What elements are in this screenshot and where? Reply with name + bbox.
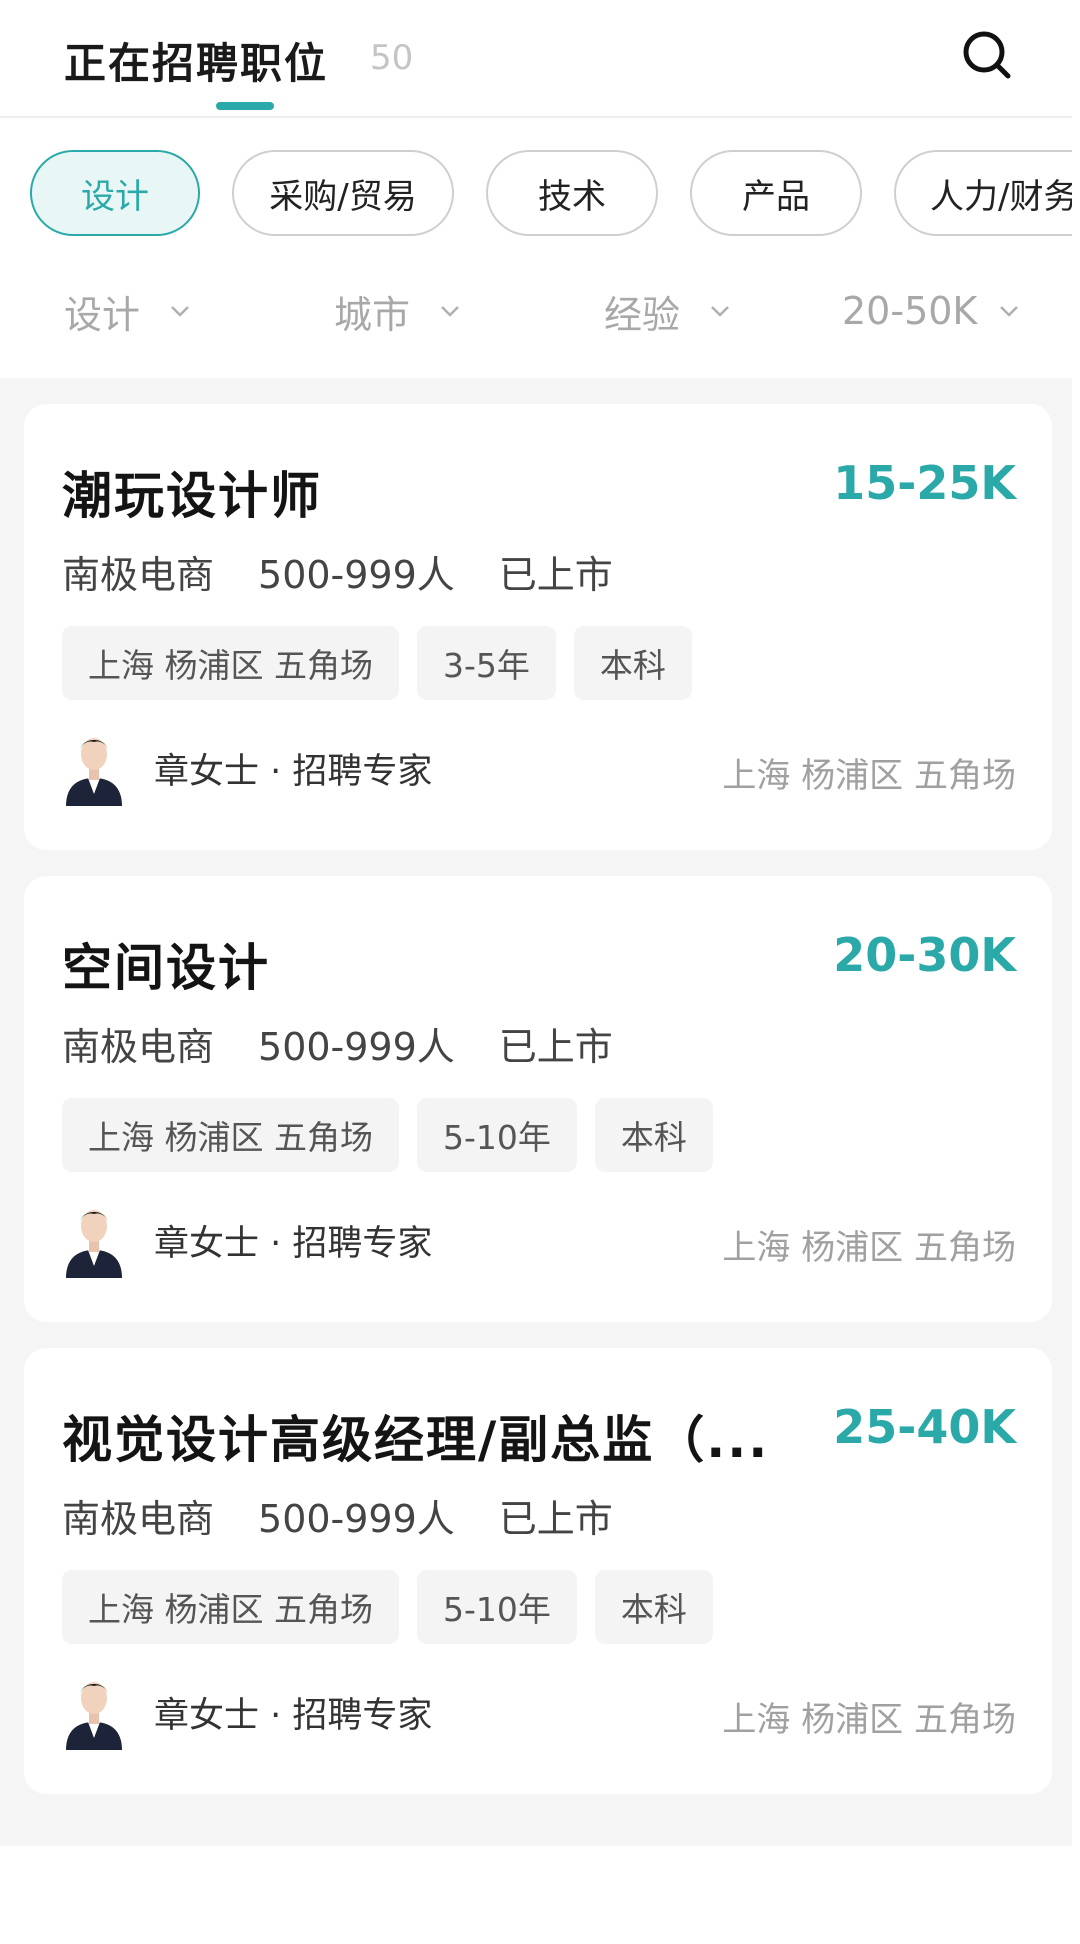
category-pills: 设计 采购/贸易 技术 产品 人力/财务 [0,118,1072,258]
category-pill-purchase[interactable]: 采购/贸易 [232,150,454,236]
category-pill-tech[interactable]: 技术 [486,150,658,236]
job-tags: 上海 杨浦区 五角场 5-10年 本科 [62,1570,713,1644]
filter-label: 设计 [64,292,141,337]
app-frame: 正在招聘职位 50 设计 采购/贸易 技术 产品 人力/财务 设计 城市 经验 [0,0,1080,1944]
chevron-down-icon [441,306,459,317]
company-stage: 已上市 [498,1497,613,1541]
filter-category[interactable]: 设计 [64,276,194,346]
category-pill-product[interactable]: 产品 [690,150,862,236]
job-location: 上海 杨浦区 五角场 [722,1228,1016,1268]
company-name: 南极电商 [62,1025,215,1069]
tag-education: 本科 [594,1098,713,1172]
category-pill-design[interactable]: 设计 [30,150,200,236]
category-pill-hr-finance[interactable]: 人力/财务 [894,150,1072,236]
tag-experience: 5-10年 [416,1570,577,1644]
company-stage: 已上市 [498,1025,613,1069]
job-list: 潮玩设计师 15-25K 南极电商 500-999人 已上市 上海 杨浦区 五角场 … [0,378,1072,1846]
job-list-screen: 正在招聘职位 50 设计 采购/贸易 技术 产品 人力/财务 设计 城市 经验 [0,0,1072,1944]
page-title[interactable]: 正在招聘职位 [64,30,328,91]
job-title: 空间设计 [62,939,270,997]
search-icon [963,31,1011,79]
filter-label: 经验 [604,292,681,337]
tag-experience: 3-5年 [416,626,556,700]
filter-bar: 设计 城市 经验 20-50K [0,258,1072,392]
recruiter: 章女士 · 招聘专家 [62,1674,432,1750]
job-card[interactable]: 空间设计 20-30K 南极电商 500-999人 已上市 上海 杨浦区 五角场 5… [24,876,1052,1322]
company-info: 南极电商 500-999人 已上市 [62,544,657,599]
avatar [66,738,122,806]
header: 正在招聘职位 50 [0,0,1072,118]
tag-education: 本科 [594,1570,713,1644]
salary: 15-25K [833,456,1016,510]
recruiter: 章女士 · 招聘专家 [62,730,432,806]
chevron-down-icon [1000,306,1019,317]
filter-label: 20-50K [842,289,978,333]
company-size: 500-999人 [258,553,455,597]
job-title: 潮玩设计师 [62,467,322,525]
filter-label: 城市 [334,292,411,337]
salary: 20-30K [833,928,1016,982]
tag-education: 本科 [573,626,692,700]
avatar [66,1682,122,1750]
chevron-down-icon [171,306,189,317]
company-stage: 已上市 [498,553,613,597]
company-name: 南极电商 [62,553,215,597]
job-card[interactable]: 视觉设计高级经理/副总监（... 25-40K 南极电商 500-999人 已上市 … [24,1348,1052,1794]
job-location: 上海 杨浦区 五角场 [722,756,1016,796]
recruiter-name: 章女士 · 招聘专家 [154,1223,433,1264]
filter-salary[interactable]: 20-50K [842,276,1023,346]
recruiter-name: 章女士 · 招聘专家 [154,751,433,792]
company-info: 南极电商 500-999人 已上市 [62,1488,657,1543]
tag-location: 上海 杨浦区 五角场 [62,626,399,700]
job-count: 50 [370,38,414,78]
recruiter: 章女士 · 招聘专家 [62,1202,432,1278]
company-size: 500-999人 [258,1497,455,1541]
tag-location: 上海 杨浦区 五角场 [62,1098,399,1172]
avatar [66,1210,122,1278]
job-tags: 上海 杨浦区 五角场 3-5年 本科 [62,626,692,700]
tab-indicator [216,102,274,110]
chevron-down-icon [711,306,729,317]
tag-location: 上海 杨浦区 五角场 [62,1570,399,1644]
company-name: 南极电商 [62,1497,215,1541]
filter-experience[interactable]: 经验 [604,276,734,346]
job-card[interactable]: 潮玩设计师 15-25K 南极电商 500-999人 已上市 上海 杨浦区 五角场 … [24,404,1052,850]
recruiter-name: 章女士 · 招聘专家 [154,1695,433,1736]
job-tags: 上海 杨浦区 五角场 5-10年 本科 [62,1098,713,1172]
filter-city[interactable]: 城市 [334,276,464,346]
tag-experience: 5-10年 [416,1098,577,1172]
search-button[interactable] [956,24,1020,88]
company-size: 500-999人 [258,1025,455,1069]
job-location: 上海 杨浦区 五角场 [722,1700,1016,1740]
company-info: 南极电商 500-999人 已上市 [62,1016,657,1071]
salary: 25-40K [833,1400,1016,1454]
job-title: 视觉设计高级经理/副总监（... [62,1411,770,1469]
